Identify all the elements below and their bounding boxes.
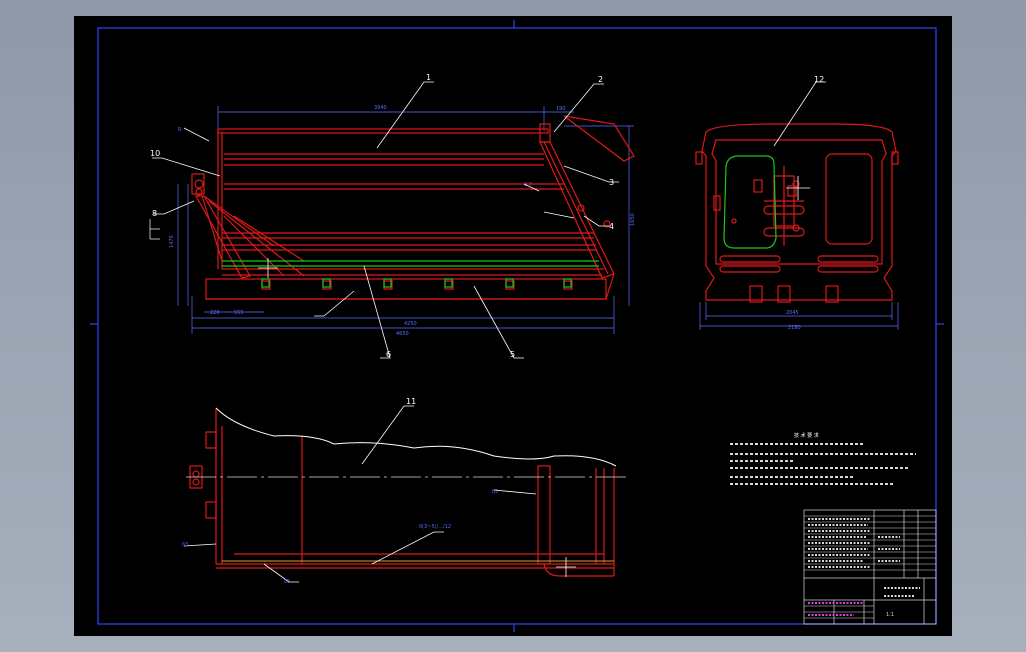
break-line [215, 407, 617, 467]
svg-text:555: 555 [234, 310, 244, 316]
balloon-11: 11 [406, 397, 416, 406]
svg-text:R: R [178, 127, 182, 133]
svg-text:δ3: δ3 [492, 489, 498, 495]
balloon-12: 12 [814, 75, 824, 84]
rail-green [222, 260, 599, 288]
plan-view: δ3 δ(3~5)/.../12 δ3 δ5 11 [182, 397, 630, 585]
balloon-4: 4 [609, 222, 614, 231]
balloon-5: 5 [510, 350, 515, 359]
svg-text:1:1: 1:1 [886, 612, 894, 618]
balloon-3: 3 [609, 178, 614, 187]
svg-text:2180: 2180 [788, 325, 801, 331]
svg-text:3940: 3940 [374, 105, 387, 111]
balloon-8: 8 [152, 209, 157, 218]
svg-text:190: 190 [556, 106, 566, 112]
balloon-2: 2 [598, 75, 603, 84]
end-view: 2045 2180 12 [695, 75, 899, 331]
svg-text:δ(3~5)/.../12: δ(3~5)/.../12 [419, 524, 451, 530]
title-block: 1:1 [803, 509, 937, 625]
cad-drawing: 3940 4250 4650 220 555 1470 1650 190 R 2… [90, 20, 944, 632]
svg-text:2045: 2045 [786, 310, 799, 316]
crosshair-plan [556, 557, 576, 577]
balloon-6: 6 [386, 350, 391, 359]
drawing-sheet: 3940 4250 4650 220 555 1470 1650 190 R 2… [74, 16, 952, 636]
svg-text:4650: 4650 [396, 331, 409, 337]
body-outline [191, 115, 635, 300]
svg-text:1470: 1470 [169, 235, 175, 248]
svg-text:4250: 4250 [404, 321, 417, 327]
svg-text:220: 220 [210, 310, 220, 316]
svg-text:技 术 要 求: 技 术 要 求 [794, 432, 819, 439]
side-view: 3940 4250 4650 220 555 1470 1650 190 R 2… [149, 73, 636, 359]
svg-text:δ3: δ3 [182, 542, 188, 548]
svg-text:1650: 1650 [630, 213, 636, 226]
technical-notes: 技 术 要 求 [730, 432, 916, 485]
svg-text:δ5: δ5 [284, 579, 290, 585]
balloon-1: 1 [426, 73, 431, 82]
section-mark [149, 219, 160, 240]
balloon-10: 10 [150, 149, 160, 158]
dimension-lines [177, 106, 634, 334]
balloon-labels: 1 2 3 4 5 6 8 10 [150, 73, 614, 359]
